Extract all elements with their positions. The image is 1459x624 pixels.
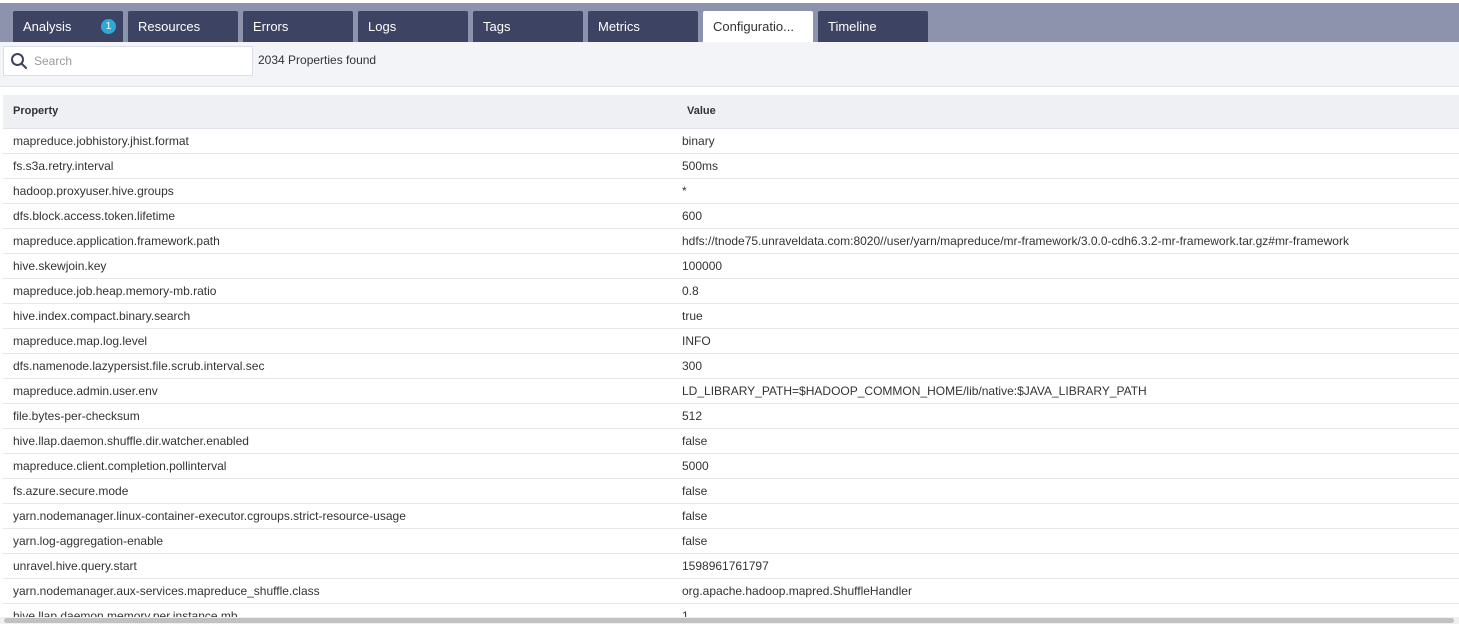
table-row[interactable]: hive.index.compact.binary.search true bbox=[3, 303, 1459, 329]
property-name: dfs.namenode.lazypersist.file.scrub.inte… bbox=[3, 353, 673, 379]
table-row[interactable]: dfs.block.access.token.lifetime 600 bbox=[3, 203, 1459, 229]
property-value: 1598961761797 bbox=[673, 553, 1459, 579]
table-row[interactable]: fs.azure.secure.mode false bbox=[3, 478, 1459, 504]
property-value: false bbox=[673, 528, 1459, 554]
property-name: mapreduce.client.completion.pollinterval bbox=[3, 453, 673, 479]
scrollbar-thumb[interactable] bbox=[4, 618, 1454, 623]
property-name: hive.llap.daemon.shuffle.dir.watcher.ena… bbox=[3, 428, 673, 454]
table-row[interactable]: fs.s3a.retry.interval 500ms bbox=[3, 153, 1459, 179]
property-name: mapreduce.admin.user.env bbox=[3, 378, 673, 404]
property-name: yarn.log-aggregation-enable bbox=[3, 528, 673, 554]
table-body: mapreduce.jobhistory.jhist.format binary f… bbox=[3, 128, 1459, 617]
table-row[interactable]: yarn.nodemanager.aux-services.mapreduce_… bbox=[3, 578, 1459, 604]
property-value: false bbox=[673, 428, 1459, 454]
tab-bar: Analysis 1 Resources Errors Logs Tags Me… bbox=[0, 0, 1459, 42]
property-name: hive.skewjoin.key bbox=[3, 253, 673, 279]
tab-timeline[interactable]: Timeline bbox=[818, 11, 928, 42]
properties-table: Property Value mapreduce.jobhistory.jhis… bbox=[3, 95, 1459, 617]
table-row[interactable]: mapreduce.job.heap.memory-mb.ratio 0.8 bbox=[3, 278, 1459, 304]
properties-table-container: Property Value mapreduce.jobhistory.jhis… bbox=[3, 95, 1459, 617]
table-row[interactable]: yarn.nodemanager.linux-container-executo… bbox=[3, 503, 1459, 529]
tab-resources[interactable]: Resources bbox=[128, 11, 238, 42]
tab-label: Resources bbox=[138, 19, 201, 34]
property-value: 1 bbox=[673, 603, 1459, 617]
table-row[interactable]: mapreduce.map.log.level INFO bbox=[3, 328, 1459, 354]
table-row[interactable]: hive.llap.daemon.memory.per.instance.mb 1 bbox=[3, 603, 1459, 617]
table-row[interactable]: file.bytes-per-checksum 512 bbox=[3, 403, 1459, 429]
property-value: binary bbox=[673, 128, 1459, 154]
property-name: dfs.block.access.token.lifetime bbox=[3, 203, 673, 229]
search-input[interactable] bbox=[34, 54, 244, 68]
table-row[interactable]: hive.llap.daemon.shuffle.dir.watcher.ena… bbox=[3, 428, 1459, 454]
tab-label: Timeline bbox=[828, 19, 877, 34]
property-value: INFO bbox=[673, 328, 1459, 354]
property-value: 5000 bbox=[673, 453, 1459, 479]
property-value: LD_LIBRARY_PATH=$HADOOP_COMMON_HOME/lib/… bbox=[673, 378, 1459, 404]
tab-tags[interactable]: Tags bbox=[473, 11, 583, 42]
property-value: 300 bbox=[673, 353, 1459, 379]
column-header-property[interactable]: Property bbox=[3, 95, 673, 129]
table-row[interactable]: mapreduce.admin.user.env LD_LIBRARY_PATH=… bbox=[3, 378, 1459, 404]
tab-label: Configuratio... bbox=[713, 19, 794, 34]
tab-logs[interactable]: Logs bbox=[358, 11, 468, 42]
tab-badge: 1 bbox=[101, 19, 116, 34]
tab-label: Errors bbox=[253, 19, 289, 34]
tab-label: Analysis bbox=[23, 19, 72, 34]
table-row[interactable]: mapreduce.jobhistory.jhist.format binary bbox=[3, 128, 1459, 154]
tab-errors[interactable]: Errors bbox=[243, 11, 353, 42]
horizontal-scrollbar[interactable] bbox=[0, 617, 1459, 624]
property-value: 500ms bbox=[673, 153, 1459, 179]
property-value: 600 bbox=[673, 203, 1459, 229]
property-value: 512 bbox=[673, 403, 1459, 429]
property-name: fs.s3a.retry.interval bbox=[3, 153, 673, 179]
property-value: hdfs://tnode75.unraveldata.com:8020//use… bbox=[673, 228, 1459, 254]
property-name: file.bytes-per-checksum bbox=[3, 403, 673, 429]
table-row[interactable]: unravel.hive.query.start 1598961761797 bbox=[3, 553, 1459, 579]
property-value: 100000 bbox=[673, 253, 1459, 279]
property-name: mapreduce.job.heap.memory-mb.ratio bbox=[3, 278, 673, 304]
property-value: false bbox=[673, 503, 1459, 529]
table-row[interactable]: dfs.namenode.lazypersist.file.scrub.inte… bbox=[3, 353, 1459, 379]
search-icon bbox=[4, 47, 34, 75]
table-row[interactable]: hadoop.proxyuser.hive.groups * bbox=[3, 178, 1459, 204]
tab-configuration[interactable]: Configuratio... bbox=[703, 11, 813, 42]
table-row[interactable]: mapreduce.application.framework.path hdfs… bbox=[3, 228, 1459, 254]
tabs: Analysis 1 Resources Errors Logs Tags Me… bbox=[13, 11, 933, 42]
property-name: mapreduce.map.log.level bbox=[3, 328, 673, 354]
app: Analysis 1 Resources Errors Logs Tags Me… bbox=[0, 0, 1459, 624]
tab-analysis[interactable]: Analysis 1 bbox=[13, 11, 123, 42]
toolbar: 2034 Properties found bbox=[0, 42, 1459, 87]
property-value: * bbox=[673, 178, 1459, 204]
column-header-value[interactable]: Value bbox=[673, 95, 1459, 129]
tab-label: Metrics bbox=[598, 19, 640, 34]
property-name: hive.llap.daemon.memory.per.instance.mb bbox=[3, 603, 673, 617]
properties-found-count: 2034 Properties found bbox=[258, 53, 377, 67]
property-name: hive.index.compact.binary.search bbox=[3, 303, 673, 329]
property-value: 0.8 bbox=[673, 278, 1459, 304]
table-row[interactable]: mapreduce.client.completion.pollinterval… bbox=[3, 453, 1459, 479]
table-header-row: Property Value bbox=[3, 95, 1459, 129]
property-name: unravel.hive.query.start bbox=[3, 553, 673, 579]
property-value: true bbox=[673, 303, 1459, 329]
property-name: fs.azure.secure.mode bbox=[3, 478, 673, 504]
tab-metrics[interactable]: Metrics bbox=[588, 11, 698, 42]
property-value: org.apache.hadoop.mapred.ShuffleHandler bbox=[673, 578, 1459, 604]
property-name: yarn.nodemanager.aux-services.mapreduce_… bbox=[3, 578, 673, 604]
tab-label: Tags bbox=[483, 19, 511, 34]
property-name: mapreduce.application.framework.path bbox=[3, 228, 673, 254]
tab-label: Logs bbox=[368, 19, 397, 34]
property-name: mapreduce.jobhistory.jhist.format bbox=[3, 128, 673, 154]
property-name: yarn.nodemanager.linux-container-executo… bbox=[3, 503, 673, 529]
table-row[interactable]: yarn.log-aggregation-enable false bbox=[3, 528, 1459, 554]
property-name: hadoop.proxyuser.hive.groups bbox=[3, 178, 673, 204]
property-value: false bbox=[673, 478, 1459, 504]
table-row[interactable]: hive.skewjoin.key 100000 bbox=[3, 253, 1459, 279]
search-box[interactable] bbox=[3, 46, 253, 76]
